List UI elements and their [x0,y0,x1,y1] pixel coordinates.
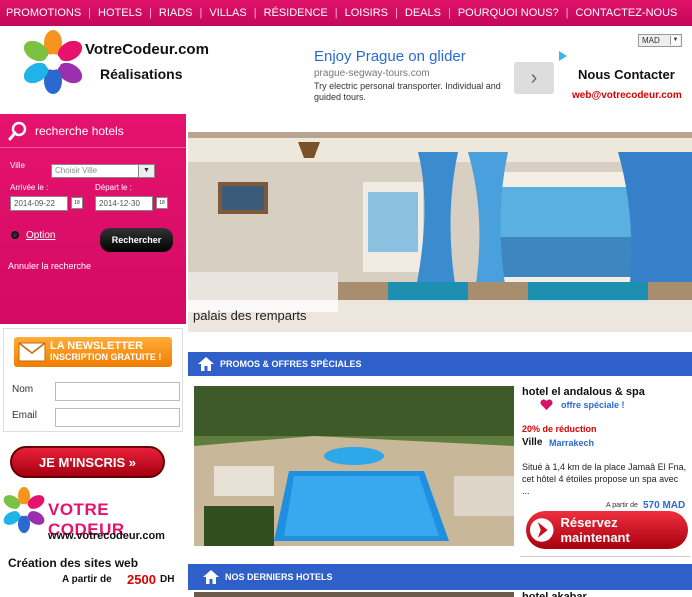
slide-caption[interactable]: palais des remparts [188,300,692,332]
flower-logo-icon[interactable] [18,29,88,95]
nav-separator: | [88,7,92,19]
search-header: recherche hotels [0,114,186,148]
envelope-icon [18,342,46,362]
city-label: Ville [522,437,543,448]
promos-section-title: PROMOS & OFFRES SPÈCIALES [220,359,362,369]
name-field[interactable] [55,382,180,401]
newsletter-box: LA NEWSLETTER INSCRIPTION GRATUITE ! Nom… [3,328,183,432]
contact-email[interactable]: web@votrecodeur.com [572,90,682,101]
nav-item-loisirs[interactable]: LOISIRS [345,7,388,19]
contact-title: Nous Contacter [578,67,675,82]
recent-hotel-name[interactable]: hotel akabar [522,591,587,597]
hotel-price: 570 MAD [643,500,686,511]
nav-separator: | [447,7,451,19]
nav-item-promotions[interactable]: PROMOTIONS [6,7,81,19]
web-design-promo[interactable]: VOTRE CODEUR www.votrecodeur.com Créatio… [0,486,186,597]
city-select-value: Choisir Ville [55,166,98,175]
arrival-date-input[interactable]: 2014-09-22 [10,196,68,211]
dropdown-arrow-icon: ▼ [670,36,680,45]
dropdown-arrow-icon: ▼ [138,165,154,177]
city-label: Ville [10,161,25,170]
flower-logo-icon [3,487,45,533]
special-offer-label: offre spéciale ! [561,400,625,410]
recent-section-header: NOS DERNIERS HOTELS [188,564,692,590]
promo-url: www.votrecodeur.com [48,530,165,542]
nav-item-pourquoi-nous[interactable]: POURQUOI NOUS? [458,7,559,19]
hotel-search-panel: recherche hotels Ville Choisir Ville ▼ A… [0,114,186,324]
reserve-button-label: Réservez maintenant [560,515,630,545]
nav-item-hotels[interactable]: HOTELS [98,7,142,19]
newsletter-subtitle: INSCRIPTION GRATUITE ! [50,352,162,362]
ad-arrow-button[interactable]: › [514,62,554,94]
departure-label: Départ le : [95,183,132,192]
city-value[interactable]: Marrakech [549,438,594,448]
email-label: Email [12,410,38,421]
nav-separator: | [395,7,398,19]
calendar-icon[interactable]: 18 [71,197,83,209]
nav-separator: | [199,7,203,19]
nav-separator: | [565,7,569,19]
option-bullet-icon [11,231,19,239]
price-from-label: A partir de [606,502,638,509]
option-link[interactable]: Option [26,230,55,241]
recent-hotel-photo[interactable] [194,592,514,597]
site-header: VotreCodeur.com Réalisations Enjoy Pragu… [0,26,692,114]
arrow-right-icon [529,518,554,542]
nav-item-deals[interactable]: DEALS [405,7,441,19]
ad-banner[interactable]: Enjoy Prague on glider prague-segway-tou… [314,48,574,110]
top-navigation: PROMOTIONS | HOTELS | RIADS | VILLAS | RÉSID… [0,0,692,26]
nav-item-riads[interactable]: RIADS [159,7,193,19]
departure-date-input[interactable]: 2014-12-30 [95,196,153,211]
home-icon [203,570,219,584]
promo-hotel-name[interactable]: hotel el andalous & spa [522,386,645,398]
subscribe-button[interactable]: JE M'INSCRIS » [10,446,165,478]
pool-image [194,386,514,546]
arrival-label: Arrivée le : [10,183,49,192]
nav-separator: | [149,7,152,19]
hotel-slider[interactable]: palais des remparts [188,132,692,332]
promos-section-header: PROMOS & OFFRES SPÈCIALES [188,352,692,376]
cancel-search-link[interactable]: Annuler la recherche [8,261,91,271]
brand-subtitle: Réalisations [100,66,183,82]
newsletter-title: LA NEWSLETTER [50,340,144,352]
currency-select[interactable]: MAD ▼ [638,34,682,47]
name-label: Nom [12,384,34,395]
recent-section-title: NOS DERNIERS HOTELS [225,572,333,582]
city-select[interactable]: Choisir Ville ▼ [51,164,155,178]
search-button[interactable]: Rechercher [100,228,173,252]
brand-name[interactable]: VotreCodeur.com [85,41,209,58]
heart-icon [540,399,553,410]
hotel-description: Situé à 1,4 km de la place Jamaâ El Fna,… [522,462,687,496]
newsletter-badge: LA NEWSLETTER INSCRIPTION GRATUITE ! [14,337,172,367]
nav-item-villas[interactable]: VILLAS [209,7,246,19]
search-title: recherche hotels [35,124,124,138]
nav-item-contact[interactable]: CONTACTEZ-NOUS [576,7,678,19]
nav-separator: | [334,7,338,19]
nav-separator: | [253,7,257,19]
promo-price-label: A partir de [62,574,112,585]
hotel-photo[interactable] [194,386,514,546]
currency-value: MAD [642,36,660,45]
promo-price-unit: DH [160,574,175,585]
home-icon [198,357,214,371]
ad-description: Try electric personal transporter. Indiv… [314,81,501,102]
divider [520,556,690,557]
search-icon [8,121,27,141]
email-field[interactable] [55,408,180,427]
adchoices-icon[interactable] [558,51,568,61]
promo-headline: Création des sites web [8,556,139,570]
chevron-right-icon: › [530,66,538,89]
promo-price: 2500 [127,572,156,587]
reserve-button[interactable]: Réservez maintenant [526,511,688,549]
discount-text: 20% de réduction [522,424,597,434]
nav-item-residence[interactable]: RÉSIDENCE [264,7,328,19]
calendar-icon[interactable]: 18 [156,197,168,209]
